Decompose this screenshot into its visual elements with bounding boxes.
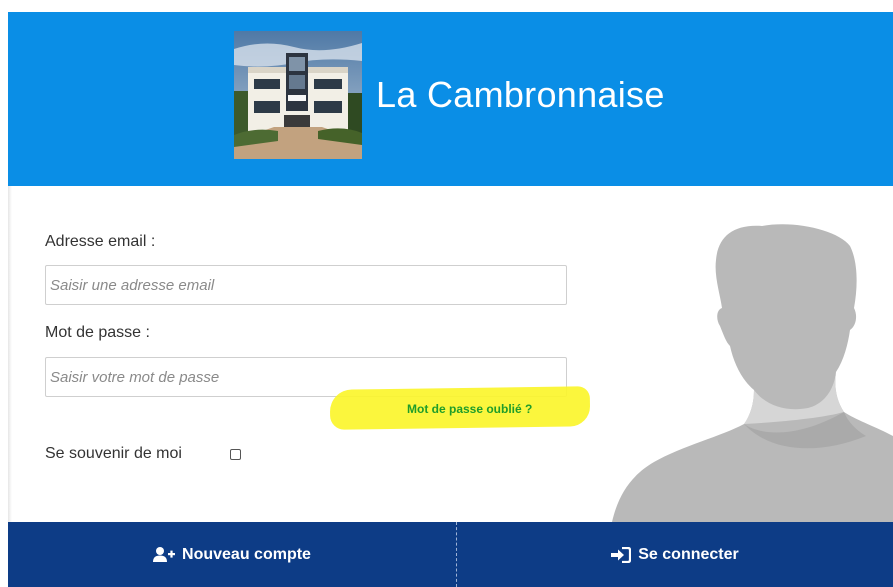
- password-label: Mot de passe :: [45, 324, 150, 341]
- email-label: Adresse email :: [45, 233, 156, 250]
- footer-actions: Nouveau compte Se connecter: [8, 522, 893, 587]
- app-title: La Cambronnaise: [376, 74, 665, 115]
- login-label: Se connecter: [638, 545, 739, 563]
- new-account-label: Nouveau compte: [182, 545, 311, 563]
- avatar-silhouette: [612, 222, 893, 523]
- logo-building-photo: [234, 31, 362, 159]
- user-plus-icon: [153, 546, 176, 563]
- remember-me-checkbox[interactable]: [230, 449, 241, 460]
- forgot-password-link[interactable]: Mot de passe oublié ?: [407, 402, 532, 416]
- panel-edge: [8, 186, 12, 522]
- header-banner: La Cambronnaise: [8, 12, 893, 186]
- remember-me-label: Se souvenir de moi: [45, 445, 182, 462]
- new-account-button[interactable]: Nouveau compte: [8, 522, 456, 587]
- sign-in-icon: [611, 546, 632, 563]
- email-input[interactable]: [45, 265, 567, 305]
- login-button[interactable]: Se connecter: [457, 522, 893, 587]
